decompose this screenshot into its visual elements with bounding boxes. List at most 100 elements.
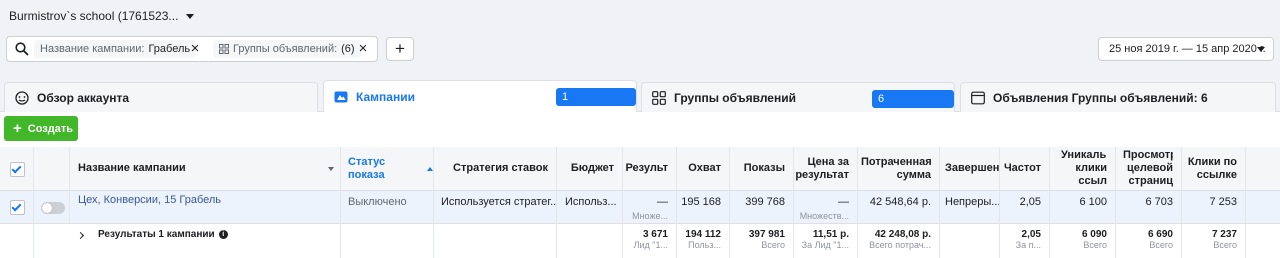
summary-impressions-sub: Всего: [761, 240, 785, 250]
column-header-unique-link-clicks[interactable]: Уникальн клики ссыл: [1050, 147, 1116, 191]
summary-spent-sub: Всего потрач...: [869, 240, 931, 250]
summary-results-cell: 3 671 Лид "1...: [623, 224, 677, 258]
column-label: Стратегия ставок: [453, 162, 548, 174]
summary-cost-cell: 11,51 р. За Лид "1...: [794, 224, 858, 258]
frequency-cell: 2,05: [1000, 191, 1050, 224]
filter-bar: Название кампании: Грабель × Группы объя…: [0, 32, 1280, 66]
summary-spent-value: 42 248,08 р.: [874, 229, 931, 240]
delivery-cell: Выключено: [341, 191, 434, 224]
chevron-right-icon[interactable]: [76, 231, 85, 240]
grid-icon: [652, 90, 666, 105]
summary-spent-cell: 42 248,08 р. Всего потрач...: [858, 224, 940, 258]
bid-strategy-cell: Используется стратег...: [434, 191, 557, 224]
tab-ad-sets[interactable]: Группы объявлений 6 выбраны✕: [641, 82, 955, 124]
column-header-impressions[interactable]: Показы: [730, 147, 794, 191]
link-clicks-cell: 7 253: [1182, 191, 1246, 224]
date-range-label: 25 ноя 2019 г. — 15 апр 2020 г.: [1109, 43, 1266, 55]
plus-icon: +: [13, 120, 22, 137]
summary-frequency-cell: 2,05 За п...: [1000, 224, 1050, 258]
cost-per-result-cell: — Множеств...: [794, 191, 858, 224]
column-header-cost-per-result[interactable]: Цена за результат: [794, 147, 858, 191]
search-icon: [15, 42, 29, 56]
row-select-cell[interactable]: [0, 191, 34, 224]
summary-link-clicks-cell: 7 237 Всего: [1182, 224, 1246, 258]
tab-label: Группы объявлений: [674, 90, 796, 105]
tab-ads[interactable]: Объявления Группы объявлений: 6: [960, 82, 1276, 112]
account-selector[interactable]: Burmistrov`s school (1761523...: [9, 9, 195, 23]
summary-unique-clicks-value: 6 090: [1081, 229, 1107, 240]
ends-value: Непреры...: [945, 196, 1000, 208]
summary-blank-cell: [557, 224, 623, 258]
chevron-down-icon: [186, 13, 195, 19]
landing-page-views-cell: 6 703: [1116, 191, 1182, 224]
summary-cost-sub: За Лид "1...: [801, 240, 849, 250]
summary-frequency-sub: За п...: [1015, 240, 1041, 250]
column-header-results[interactable]: Результ: [623, 147, 677, 191]
delivery-status: Выключено: [348, 196, 407, 208]
column-label: Завершени: [945, 162, 1000, 174]
sort-ascending-icon: [427, 166, 433, 171]
summary-results-value: 3 671: [642, 229, 668, 240]
column-label: Частот: [1003, 162, 1041, 174]
cost-per-result-value: —: [838, 196, 849, 208]
tab-campaigns[interactable]: Кампании 1 выбрано✕: [323, 80, 637, 122]
frequency-value: 2,05: [1019, 196, 1041, 208]
column-header-reach[interactable]: Охват: [677, 147, 730, 191]
select-all-cell[interactable]: [0, 147, 34, 191]
campaign-name-link[interactable]: Цех, Конверсии, 15 Грабель: [78, 194, 221, 206]
summary-blank-cell: [940, 224, 1000, 258]
column-label: Просмотр целевой страниц: [1123, 149, 1173, 187]
reach-value: 195 168: [681, 196, 721, 208]
amount-spent-cell: 42 548,64 р.: [858, 191, 940, 224]
tab-account-overview[interactable]: Обзор аккаунта: [4, 82, 318, 112]
summary-reach-value: 194 112: [685, 229, 721, 240]
cost-per-result-sub: Множеств...: [799, 211, 849, 221]
row-filler: [1246, 191, 1280, 224]
create-label: Создать: [27, 122, 74, 135]
toggle-knob: [42, 203, 52, 213]
date-range-picker[interactable]: 25 ноя 2019 г. — 15 апр 2020 г.: [1098, 37, 1274, 61]
remove-filter-campaign-icon[interactable]: ×: [187, 41, 203, 57]
column-header-link-clicks[interactable]: Клики по ссылке: [1182, 147, 1246, 191]
info-icon[interactable]: i: [218, 230, 228, 239]
summary-link-clicks-value: 7 237: [1211, 229, 1237, 240]
column-header-ends[interactable]: Завершени: [940, 147, 1000, 191]
remove-filter-adsets-icon[interactable]: ×: [355, 41, 371, 57]
column-header-landing-page-views[interactable]: Просмотр целевой страниц: [1116, 147, 1182, 191]
tab-label: Объявления Группы объявлений: 6: [993, 90, 1208, 105]
column-header-delivery[interactable]: Статус показа: [341, 147, 434, 191]
account-name: Burmistrov`s school (1761523...: [9, 9, 179, 23]
summary-unique-clicks-sub: Всего: [1083, 240, 1107, 250]
column-header-budget[interactable]: Бюджет: [557, 147, 623, 191]
select-all-checkbox[interactable]: [10, 162, 25, 177]
summary-blank-cell: [434, 224, 557, 258]
column-header-campaign-name[interactable]: Название кампании: [70, 147, 341, 191]
summary-blank-cell: [341, 224, 434, 258]
column-header-bid-strategy[interactable]: Стратегия ставок: [434, 147, 557, 191]
gauge-icon: [15, 90, 29, 105]
filter-chip-adsets[interactable]: Группы объявлений: (6): [213, 40, 361, 58]
selection-badge[interactable]: 1 выбрано✕: [556, 88, 636, 122]
selection-badge[interactable]: 6 выбраны✕: [872, 90, 954, 124]
filter-chip-label: Группы объявлений:: [233, 43, 338, 55]
campaign-on-off-toggle[interactable]: [41, 202, 65, 214]
grid-icon: [219, 44, 229, 54]
results-value: —: [657, 196, 668, 208]
search-filter-box[interactable]: Название кампании: Грабель × Группы объя…: [6, 36, 378, 62]
column-header-frequency[interactable]: Частот: [1000, 147, 1050, 191]
results-sub: Множе...: [632, 211, 668, 221]
add-filter-button[interactable]: +: [386, 37, 414, 61]
create-button[interactable]: + Создать: [4, 116, 78, 141]
column-label: Уникальн клики ссыл: [1061, 149, 1107, 187]
results-cell: — Множе...: [623, 191, 677, 224]
summary-link-clicks-sub: Всего: [1213, 240, 1237, 250]
sort-menu-icon[interactable]: [328, 167, 334, 171]
campaign-icon: [334, 91, 348, 103]
summary-frequency-value: 2,05: [1021, 229, 1041, 240]
summary-unique-clicks-cell: 6 090 Всего: [1050, 224, 1116, 258]
row-checkbox[interactable]: [10, 200, 25, 215]
column-header-amount-spent[interactable]: Потраченная сумма: [858, 147, 940, 191]
filter-chip-campaign-name[interactable]: Название кампании: Грабель: [34, 40, 197, 58]
toggle-column-header: [34, 147, 70, 191]
campaign-name-cell[interactable]: Цех, Конверсии, 15 Грабель: [70, 191, 341, 224]
